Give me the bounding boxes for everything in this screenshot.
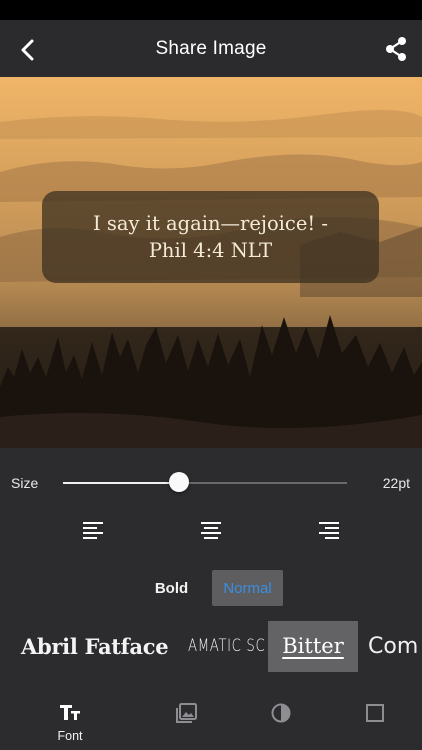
font-option-abril-fatface[interactable]: Abril Fatface xyxy=(21,621,169,671)
text-size-icon xyxy=(60,705,80,720)
align-left-button[interactable] xyxy=(82,520,104,542)
align-center-button[interactable] xyxy=(200,520,222,542)
alignment-row xyxy=(0,516,422,548)
align-center-icon xyxy=(201,522,221,539)
tab-contrast[interactable] xyxy=(241,695,321,745)
slider-fill xyxy=(63,482,180,484)
contrast-icon xyxy=(271,703,291,723)
tab-font[interactable]: Font xyxy=(30,695,110,745)
chevron-left-icon xyxy=(21,39,34,61)
tab-border[interactable] xyxy=(335,695,415,745)
align-left-icon xyxy=(83,522,103,539)
status-bar xyxy=(0,0,422,20)
image-icon xyxy=(176,703,197,723)
size-label: Size xyxy=(11,475,39,491)
font-option-com[interactable]: Com xyxy=(368,621,418,671)
navigation-bar: Share Image xyxy=(0,20,422,77)
bottom-tab-bar: Font xyxy=(0,695,422,750)
size-slider[interactable] xyxy=(63,482,347,484)
align-right-button[interactable] xyxy=(318,520,340,542)
page-title: Share Image xyxy=(155,37,267,59)
align-right-icon xyxy=(319,522,339,539)
font-option-amatic-sc[interactable]: AMATIC SC xyxy=(188,621,265,671)
slider-thumb[interactable] xyxy=(169,472,190,492)
tab-font-label: Font xyxy=(57,729,83,743)
square-icon xyxy=(366,704,384,722)
size-value: 22pt xyxy=(382,475,410,491)
font-weight-row: Bold Normal xyxy=(0,570,422,608)
share-icon xyxy=(386,37,406,61)
quote-text: I say it again—rejoice! - Phil 4:4 NLT xyxy=(92,212,329,262)
share-button[interactable] xyxy=(382,35,410,63)
font-option-bitter[interactable]: Bitter xyxy=(268,621,358,671)
font-picker[interactable]: Abril Fatface AMATIC SC Bitter Com xyxy=(0,621,422,673)
image-preview[interactable]: I say it again—rejoice! - Phil 4:4 NLT xyxy=(0,77,422,448)
bold-button[interactable]: Bold xyxy=(140,570,203,606)
size-control: Size 22pt xyxy=(0,463,422,503)
back-button[interactable] xyxy=(14,36,42,64)
tab-image[interactable] xyxy=(147,695,227,745)
quote-overlay[interactable]: I say it again—rejoice! - Phil 4:4 NLT xyxy=(42,191,379,283)
normal-button[interactable]: Normal xyxy=(212,570,283,606)
